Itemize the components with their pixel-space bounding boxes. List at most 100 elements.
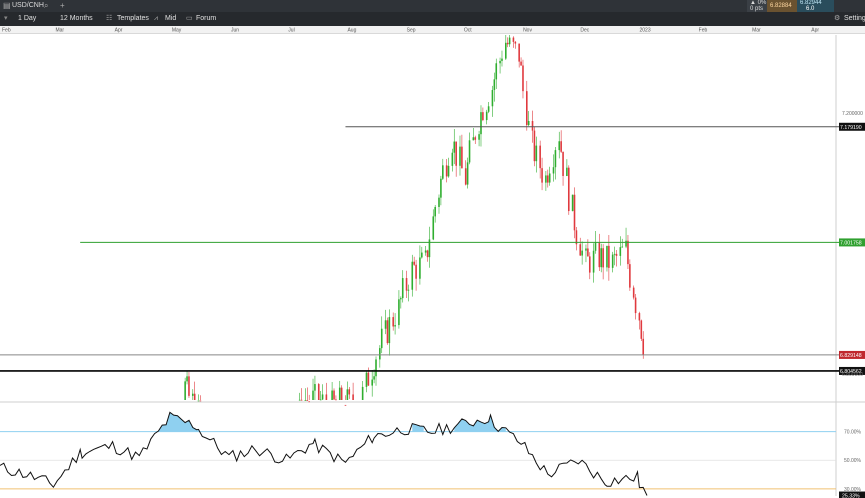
candle-body (319, 399, 322, 401)
candle-body (464, 168, 467, 185)
candle-body (411, 261, 414, 290)
time-axis-label: Feb (699, 28, 708, 34)
candle-body (352, 394, 354, 400)
candle-body (588, 256, 591, 273)
candle-body (298, 399, 301, 401)
candle-body (545, 175, 547, 183)
candle-body (632, 287, 635, 298)
candle-body (514, 41, 517, 44)
candle-body (535, 145, 538, 162)
price-tick-label: 7.200000 (842, 111, 863, 117)
candle-body (587, 248, 589, 257)
candle-body (455, 141, 457, 166)
candle-body (421, 252, 423, 258)
candle-body (567, 167, 570, 212)
candle-body (340, 387, 343, 400)
candle-body (440, 178, 442, 198)
candle-body (453, 141, 456, 153)
time-axis-label: Oct (464, 28, 472, 34)
candle-body (495, 63, 498, 80)
time-axis-label: 2023 (639, 28, 650, 34)
candle-body (594, 242, 597, 251)
candle-body (388, 317, 391, 344)
candle-body (539, 145, 541, 169)
candle-body (466, 162, 469, 185)
time-axis: Feb Mar Apr May Jun Jul Aug Sep Oct Nov Dec 2023 Feb… (2, 28, 819, 34)
rsi-last-label: 25.33% (842, 494, 860, 498)
candle-body (394, 325, 396, 327)
candle-body (600, 248, 603, 268)
candle-body (407, 289, 410, 291)
rsi-tick-label: 70.00% (844, 430, 862, 436)
candle-body (184, 381, 186, 400)
candle-body (445, 165, 448, 177)
candle-body (531, 121, 534, 131)
time-axis-label: Feb (2, 28, 11, 34)
time-axis-label: Dec (580, 28, 589, 34)
candle-body (304, 400, 307, 401)
time-axis-label: Sep (407, 28, 416, 34)
candle-body (520, 61, 522, 66)
time-axis-label: May (172, 28, 182, 34)
candle-body (629, 264, 631, 288)
candle-body (325, 394, 328, 400)
candle-body (438, 197, 440, 207)
candle-body (493, 79, 496, 90)
candle-body (627, 240, 629, 265)
time-axis-label: Apr (115, 28, 123, 34)
candle-body (548, 173, 551, 183)
candle-body (499, 60, 501, 64)
candle-body (398, 299, 400, 326)
candle-body (413, 261, 415, 265)
candle-body (474, 137, 477, 140)
candle-body (379, 348, 381, 360)
candle-body (188, 376, 190, 396)
rsi-panel: 70.00%50.00%30.00%25.33% (0, 411, 865, 498)
candle-body (384, 320, 387, 329)
price-chart[interactable]: Feb Mar Apr May Jun Jul Aug Sep Oct Nov Dec 2023 Feb… (0, 0, 865, 498)
candle-body (331, 390, 333, 400)
candle-body (506, 42, 509, 45)
price-level-label: 7.001758 (840, 240, 862, 246)
candle-body (468, 140, 471, 163)
candle-body (608, 245, 610, 268)
candle-body (472, 137, 475, 141)
candle-body (533, 130, 536, 162)
candle-body (562, 151, 564, 176)
candle-body (361, 386, 364, 400)
candle-body (344, 404, 347, 406)
candle-body (451, 152, 454, 166)
candle-body (592, 250, 595, 273)
grid (0, 35, 865, 496)
candle-body (638, 313, 641, 321)
rsi-line (0, 411, 648, 496)
price-tick-label: 6.800000 (842, 372, 863, 378)
time-axis-label: Mar (55, 28, 64, 34)
candle-body (522, 65, 524, 92)
candle-body (554, 150, 557, 168)
horizontal-lines: 7.1791907.0017586.8291486.804562 (0, 122, 865, 375)
candle-body (552, 167, 555, 174)
candle-body (375, 359, 377, 377)
candle-body (193, 393, 196, 400)
candle-body (365, 372, 368, 387)
candle-body (386, 320, 389, 344)
candle-body (314, 384, 316, 391)
candle-body (634, 297, 637, 314)
candle-body (611, 254, 614, 268)
candle-body (527, 121, 530, 126)
candle-body (442, 165, 444, 179)
candle-body (199, 400, 202, 402)
candle-body (573, 194, 576, 231)
candle-body (459, 146, 461, 166)
candle-body (306, 400, 309, 401)
candle-body (401, 278, 404, 299)
candle-body (491, 89, 494, 107)
candle-body (424, 250, 427, 253)
candle-body (335, 399, 337, 401)
candle-body (405, 278, 408, 291)
candle-body (312, 390, 314, 400)
candle-body (480, 112, 482, 135)
candle-body (625, 240, 627, 247)
candle-body (434, 206, 436, 217)
